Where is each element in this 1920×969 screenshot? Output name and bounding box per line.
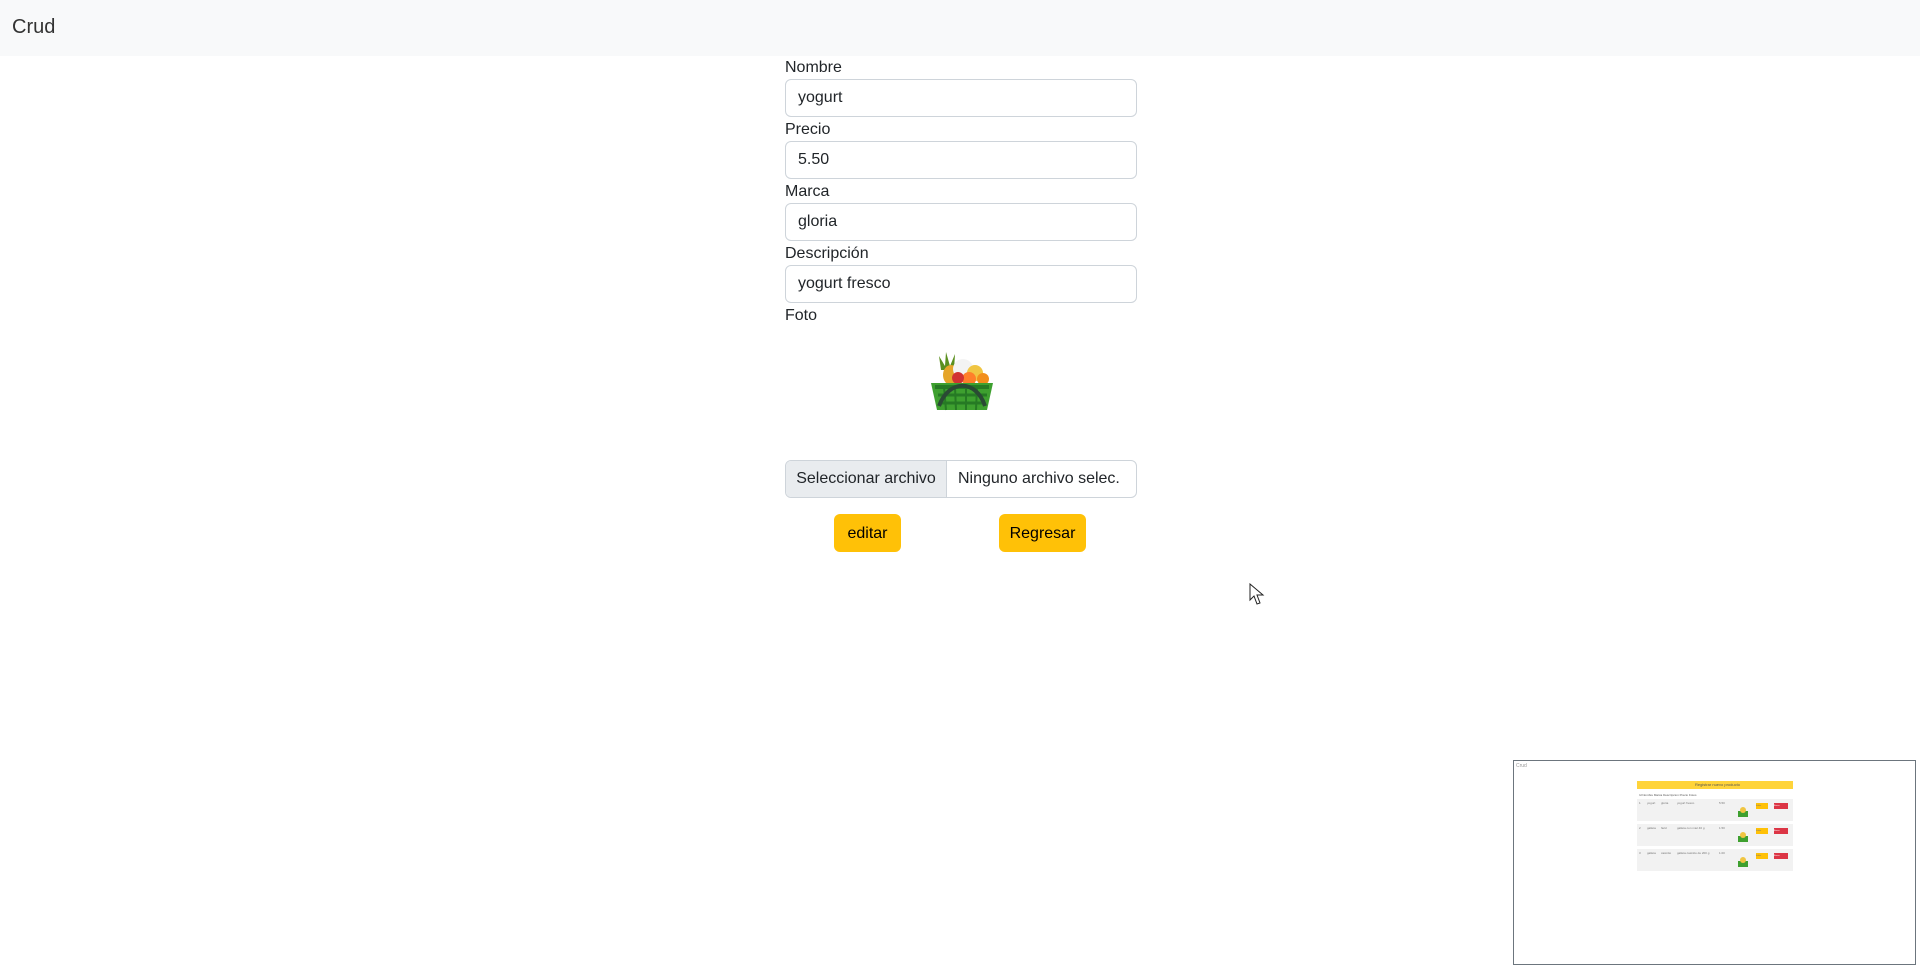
thumbnail-title: Crud	[1516, 763, 1527, 769]
marca-input[interactable]: gloria	[785, 203, 1137, 241]
navbar-brand[interactable]: Crud	[12, 16, 55, 39]
nombre-label: Nombre	[785, 59, 842, 76]
thumbnail-edit-button: Editar	[1756, 853, 1768, 859]
edit-product-form: Nombre yogurt Precio 5.50 Marca gloria D…	[785, 58, 1137, 445]
fruit-basket-icon	[931, 352, 993, 411]
thumbnail-row-3: 3 galleta casinito galleta casinito de 200 …	[1637, 849, 1793, 871]
thumbnail-edit-button: Editar	[1756, 803, 1768, 809]
thumbnail-basket-icon	[1738, 807, 1748, 817]
photo-section: Foto	[785, 306, 1137, 445]
thumbnail-table: Id Nombre Marca Descripcion Precio Fotos…	[1637, 792, 1793, 892]
thumbnail-column-headers: Id Nombre Marca Descripcion Precio Fotos	[1639, 793, 1697, 797]
thumbnail-basket-icon	[1738, 832, 1748, 842]
descripcion-input[interactable]: yogurt fresco	[785, 265, 1137, 303]
precio-input[interactable]: 5.50	[785, 141, 1137, 179]
descripcion-label: Descripción	[785, 245, 869, 262]
nombre-input[interactable]: yogurt	[785, 79, 1137, 117]
thumbnail-delete-button: Borrar	[1774, 803, 1788, 809]
file-status: Ninguno archivo selec.	[958, 470, 1120, 487]
thumbnail-edit-button: Editar	[1756, 828, 1768, 834]
thumbnail-row-2: 2 galleta field galleta con miel 40 g 1.50 E…	[1637, 824, 1793, 846]
navbar: Crud	[0, 0, 1920, 56]
window-thumbnail[interactable]: Crud Registrar nuevo producto Id Nombre …	[1513, 760, 1916, 965]
file-input[interactable]: Seleccionar archivo Ninguno archivo sele…	[785, 460, 1137, 498]
thumbnail-delete-button: Borrar	[1774, 853, 1788, 859]
edit-button[interactable]: editar	[834, 514, 901, 552]
back-button[interactable]: Regresar	[999, 514, 1086, 552]
select-file-button[interactable]: Seleccionar archivo	[786, 461, 947, 497]
precio-label: Precio	[785, 121, 831, 138]
marca-label: Marca	[785, 183, 830, 200]
thumbnail-basket-icon	[1738, 857, 1748, 867]
thumbnail-row-1: 1 yogurt gloria yogurt fresco 5.50 Editar Bo…	[1637, 799, 1793, 821]
mouse-cursor-icon	[1249, 583, 1265, 605]
foto-label: Foto	[785, 307, 818, 324]
thumbnail-header: Registrar nuevo producto	[1637, 781, 1793, 789]
thumbnail-delete-button: Borrar	[1774, 828, 1788, 834]
